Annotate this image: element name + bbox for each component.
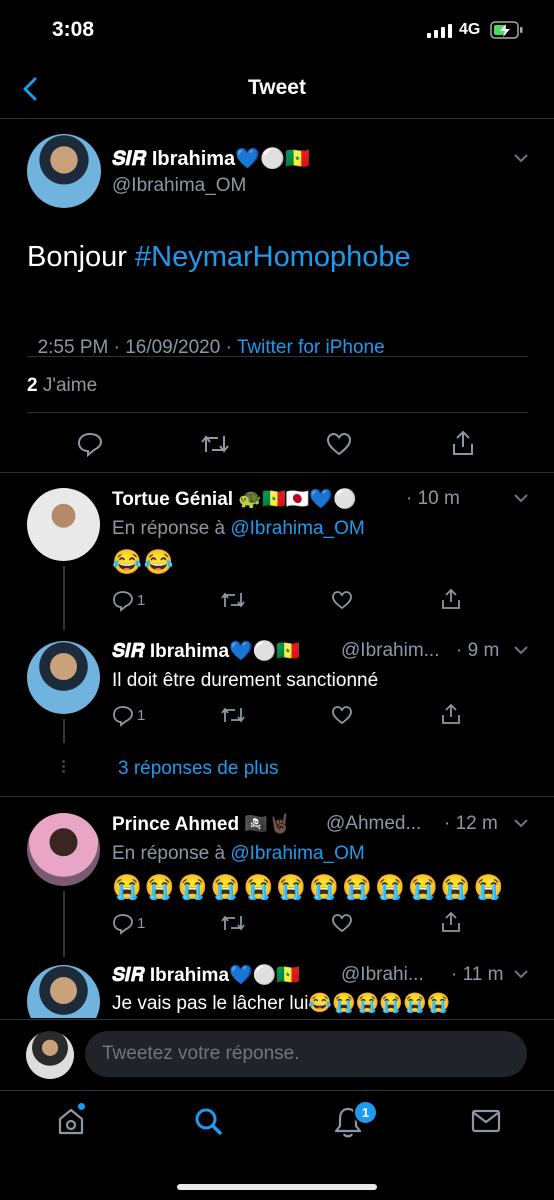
reply-time: · 9 m: [456, 640, 500, 661]
chevron-down-icon[interactable]: [514, 646, 528, 655]
notifications-badge: 1: [353, 1100, 378, 1125]
tweet-text-prefix: Bonjour: [27, 241, 136, 273]
likes-stat[interactable]: 2 J'aime: [27, 375, 97, 397]
tweet-timestamp: 2:55 PM · 16/09/2020 ·: [37, 337, 237, 358]
reply-author-name[interactable]: Tortue Génial 🐢🇸🇳🇯🇵💙⚪: [112, 487, 357, 511]
avatar[interactable]: [27, 965, 100, 1018]
battery-charging-icon: [490, 21, 524, 39]
composer-divider: [0, 1019, 554, 1020]
mention-link[interactable]: @Ibrahima_OM: [230, 518, 364, 539]
page-title: Tweet: [248, 76, 306, 99]
my-avatar[interactable]: [26, 1031, 74, 1079]
more-replies-link[interactable]: 3 réponses de plus: [118, 758, 279, 780]
signal-icon: [427, 24, 453, 38]
share-icon[interactable]: [441, 588, 461, 610]
composer-placeholder: Tweetez votre réponse.: [102, 1043, 300, 1064]
reply-composer[interactable]: Tweetez votre réponse.: [85, 1031, 527, 1077]
share-icon[interactable]: [451, 430, 475, 456]
search-icon[interactable]: [193, 1106, 223, 1136]
share-icon[interactable]: [441, 703, 461, 725]
reply-count: 1: [137, 915, 146, 932]
home-icon[interactable]: [56, 1106, 86, 1136]
avatar[interactable]: [27, 641, 100, 714]
in-reply-to-label: En réponse à: [112, 843, 231, 864]
reply-icon[interactable]: [112, 705, 134, 727]
thread-line: [63, 719, 65, 743]
likes-count: 2: [27, 375, 38, 396]
avatar[interactable]: [27, 134, 101, 208]
reply-time: · 10 m: [406, 488, 460, 509]
chevron-down-icon[interactable]: [514, 819, 528, 828]
messages-icon[interactable]: [471, 1108, 501, 1134]
mention-link[interactable]: @Ibrahima_OM: [230, 843, 364, 864]
like-icon[interactable]: [331, 913, 353, 933]
reply-icon[interactable]: [112, 913, 134, 935]
reply-text: Je vais pas le lâcher lui😂😭😭😭😭😭: [112, 993, 451, 1014]
reply-author-name[interactable]: 𝑺𝑰𝑹 Ibrahima💙⚪🇸🇳: [112, 639, 300, 663]
like-icon[interactable]: [331, 705, 353, 725]
reply-author-name[interactable]: 𝑺𝑰𝑹 Ibrahima💙⚪🇸🇳: [112, 963, 300, 987]
reply-count: 1: [137, 707, 146, 724]
reply-author-name[interactable]: Prince Ahmed 🏴‍☠️🤘🏿: [112, 812, 292, 836]
reply-handle[interactable]: @Ibrahim...: [341, 640, 439, 662]
hashtag-link[interactable]: #NeymarHomophobe: [135, 241, 411, 273]
in-reply-to: En réponse à @Ibrahima_OM: [112, 843, 365, 865]
thread-divider: [0, 796, 554, 797]
like-icon[interactable]: [331, 590, 353, 610]
network-label: 4G: [459, 21, 481, 38]
like-icon[interactable]: [326, 432, 352, 456]
reply-text: Il doit être durement sanctionné: [112, 670, 379, 691]
retweet-icon[interactable]: [220, 705, 246, 725]
chevron-down-icon[interactable]: [514, 154, 528, 163]
reply-handle[interactable]: @Ahmed...: [326, 813, 421, 835]
likes-label: J'aime: [42, 375, 98, 396]
reply-icon[interactable]: [77, 431, 103, 457]
reply-count: 1: [137, 592, 146, 609]
reply-time: · 11 m: [451, 964, 504, 985]
home-new-dot: [78, 1103, 85, 1110]
tabbar-divider: [0, 1090, 554, 1091]
reply-handle[interactable]: @Ibrahi...: [341, 964, 424, 986]
author-name[interactable]: 𝑺𝑰𝑹 Ibrahima💙⚪🇸🇳: [112, 146, 310, 171]
meta-divider: [27, 356, 528, 357]
author-handle[interactable]: @Ibrahima_OM: [112, 175, 246, 197]
retweet-icon[interactable]: [220, 590, 246, 610]
home-indicator: [177, 1184, 377, 1190]
thread-line: [63, 566, 65, 630]
in-reply-to-label: En réponse à: [112, 518, 231, 539]
reply-text: 😂😂: [112, 549, 176, 576]
reply-time: · 12 m: [444, 813, 498, 834]
reply-text: 😭😭😭😭😭😭😭😭😭😭😭😭: [112, 874, 507, 901]
retweet-icon[interactable]: [200, 432, 230, 456]
stats-divider: [27, 412, 528, 413]
chevron-down-icon[interactable]: [514, 494, 528, 503]
main-tweet-divider: [0, 472, 554, 473]
tweet-meta: 2:55 PM · 16/09/2020 · Twitter for iPhon…: [27, 315, 385, 359]
thread-line: [63, 891, 65, 957]
share-icon[interactable]: [441, 911, 461, 933]
thread-dots: [62, 758, 65, 775]
in-reply-to: En réponse à @Ibrahima_OM: [112, 518, 365, 540]
reply-icon[interactable]: [112, 590, 134, 612]
chevron-down-icon[interactable]: [514, 970, 528, 979]
header-divider: [0, 118, 554, 119]
tweet-source-link[interactable]: Twitter for iPhone: [237, 337, 385, 358]
retweet-icon[interactable]: [220, 913, 246, 933]
avatar[interactable]: [27, 813, 100, 886]
avatar[interactable]: [27, 488, 100, 561]
tweet-text: Bonjour #NeymarHomophobe: [27, 241, 411, 274]
status-time: 3:08: [52, 18, 95, 41]
partial-reply: 𝑺𝑰𝑹 Ibrahima💙⚪🇸🇳 @Ibrahi... · 11 m Je va…: [0, 955, 554, 1018]
